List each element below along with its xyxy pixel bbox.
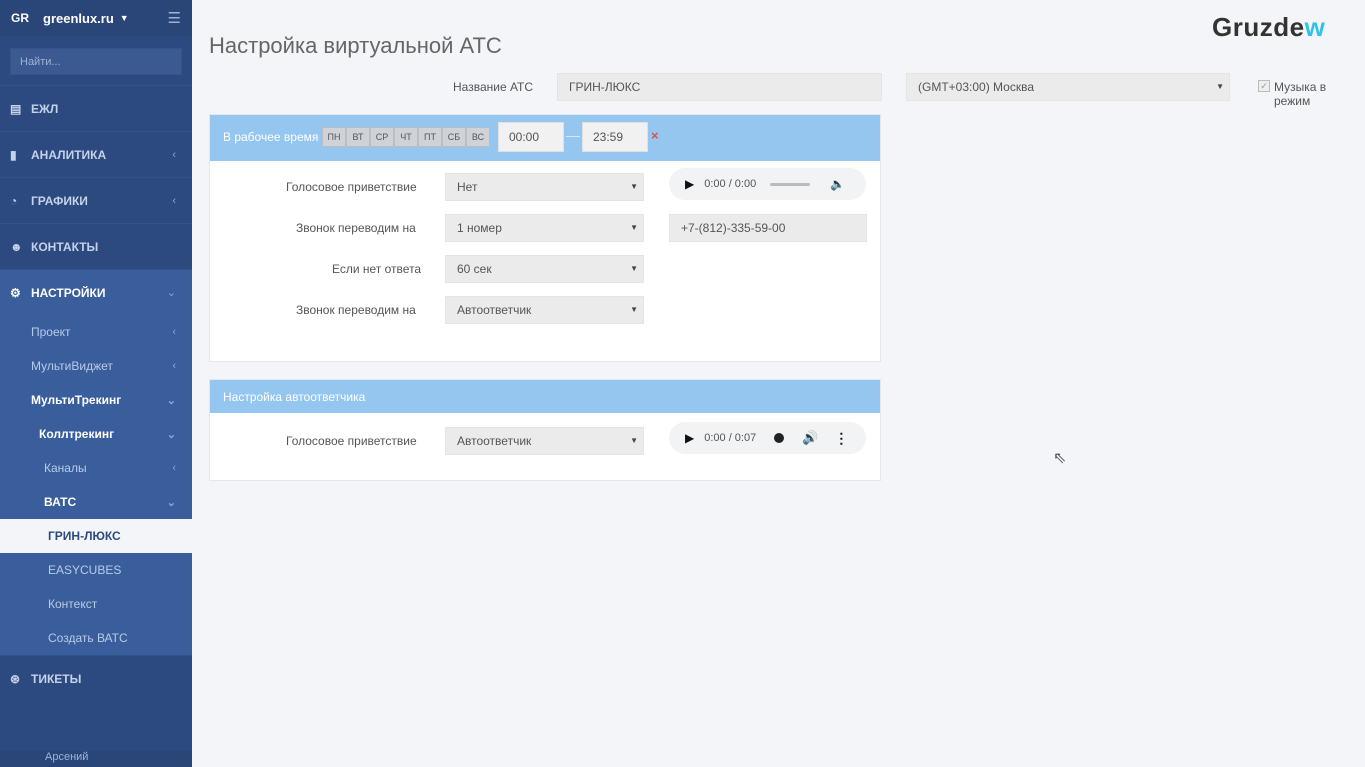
auto-audio-player[interactable]: ▶ 0:00 / 0:07 🔊 ⋮ bbox=[669, 422, 866, 454]
book-icon: ▤ bbox=[10, 101, 22, 116]
sidebar-item-charts[interactable]: ◔ ГРАФИКИ ‹ bbox=[0, 177, 192, 223]
volume-icon[interactable]: 🔊 bbox=[802, 430, 818, 446]
chevron-down-icon: ⌄ bbox=[166, 428, 176, 441]
forward-label: Звонок переводим на bbox=[296, 221, 416, 235]
chevron-left-icon: ‹ bbox=[172, 148, 176, 161]
sidebar-item-project[interactable]: Проект ‹ bbox=[0, 315, 192, 349]
work-time-title: В рабочее время bbox=[223, 130, 319, 144]
volume-icon[interactable]: 🔈 bbox=[830, 177, 845, 191]
auto-greeting-label: Голосовое приветствие bbox=[286, 434, 417, 448]
chevron-down-icon: ⌄ bbox=[166, 394, 176, 407]
autoresponder-title: Настройка автоответчика bbox=[223, 390, 366, 404]
phone-input[interactable]: +7-(812)-335-59-00 bbox=[669, 214, 867, 242]
gear-icon: ⚙ bbox=[10, 285, 21, 300]
sidebar-item-ezhl[interactable]: ▤ ЕЖЛ bbox=[0, 85, 192, 131]
pie-chart-icon: ◔ bbox=[10, 193, 18, 208]
caret-down-icon: ▼ bbox=[1216, 82, 1224, 91]
sidebar-item-contacts[interactable]: ☻ КОНТАКТЫ bbox=[0, 223, 192, 269]
forward2-label: Звонок переводим на bbox=[296, 303, 416, 317]
weekday-selector: ПН ВТ СР ЧТ ПТ СБ ВС bbox=[322, 127, 490, 147]
forward2-select[interactable]: Автоответчик ▼ bbox=[445, 296, 644, 324]
sidebar-item-vats[interactable]: ВАТС ⌄ bbox=[0, 485, 192, 519]
forward-select[interactable]: 1 номер ▼ bbox=[445, 214, 644, 242]
sidebar-item-channels[interactable]: Каналы ‹ bbox=[0, 451, 192, 485]
music-checkbox[interactable]: ✓ bbox=[1258, 80, 1270, 92]
bar-chart-icon: ▮ bbox=[10, 147, 17, 162]
play-icon[interactable]: ▶ bbox=[685, 177, 694, 191]
sidebar: GR greenlux.ru ▼ ☰ Найти... ▤ ЕЖЛ ▮ АНАЛ… bbox=[0, 0, 192, 767]
ats-name-input[interactable]: ГРИН-ЛЮКС bbox=[557, 73, 882, 101]
users-icon: ☻ bbox=[10, 239, 23, 254]
timezone-select[interactable]: (GMT+03:00) Москва ▼ bbox=[906, 73, 1230, 101]
sidebar-menu: ▤ ЕЖЛ ▮ АНАЛИТИКА ‹ ◔ ГРАФИКИ ‹ ☻ КОНТАК… bbox=[0, 85, 192, 701]
close-icon[interactable]: × bbox=[651, 128, 659, 143]
caret-down-icon[interactable]: ▼ bbox=[120, 13, 129, 23]
logo: Gruzdew bbox=[1212, 12, 1326, 42]
sidebar-item-settings[interactable]: ⚙ НАСТРОЙКИ ⌄ bbox=[0, 269, 192, 315]
more-vertical-icon[interactable]: ⋮ bbox=[834, 430, 848, 447]
project-badge: GR bbox=[11, 11, 29, 25]
caret-down-icon: ▼ bbox=[630, 182, 638, 191]
auto-greeting-select[interactable]: Автоответчик ▼ bbox=[445, 427, 644, 455]
chevron-down-icon: ⌄ bbox=[166, 496, 176, 509]
caret-down-icon: ▼ bbox=[630, 305, 638, 314]
chevron-left-icon: ‹ bbox=[172, 462, 176, 474]
sidebar-item-multiwidget[interactable]: МультиВиджет ‹ bbox=[0, 349, 192, 383]
day-thu[interactable]: ЧТ bbox=[394, 127, 418, 147]
chevron-down-icon: ⌄ bbox=[166, 287, 176, 299]
ats-name-label: Название АТС bbox=[453, 80, 534, 94]
greeting-label: Голосовое приветствие bbox=[286, 180, 417, 194]
sidebar-item-context[interactable]: Контекст bbox=[0, 587, 192, 621]
search-input[interactable]: Найти... bbox=[10, 48, 182, 75]
day-sun[interactable]: ВС bbox=[466, 127, 490, 147]
sidebar-item-easycubes[interactable]: EASYCUBES bbox=[0, 553, 192, 587]
time-to-input[interactable]: 23:59 bbox=[582, 122, 648, 152]
mouse-cursor-icon: ⇖ bbox=[1053, 450, 1067, 467]
day-wed[interactable]: СР bbox=[370, 127, 394, 147]
auto-audio-time: 0:00 / 0:07 bbox=[704, 432, 757, 444]
page-title: Настройка виртуальной АТС bbox=[209, 33, 502, 58]
audio-player[interactable]: ▶ 0:00 / 0:00 🔈 bbox=[669, 168, 866, 200]
play-icon[interactable]: ▶ bbox=[685, 431, 694, 445]
music-label: Музыка в режим bbox=[1274, 80, 1327, 108]
greeting-select[interactable]: Нет ▼ bbox=[445, 173, 644, 201]
time-from-input[interactable]: 00:00 bbox=[498, 122, 564, 152]
no-answer-select[interactable]: 60 сек ▼ bbox=[445, 255, 644, 283]
audio-progress[interactable] bbox=[770, 182, 811, 186]
caret-down-icon: ▼ bbox=[630, 436, 638, 445]
sidebar-item-analytics[interactable]: ▮ АНАЛИТИКА ‹ bbox=[0, 131, 192, 177]
sidebar-item-calltracking[interactable]: Коллтрекинг ⌄ bbox=[0, 417, 192, 451]
site-selector[interactable]: greenlux.ru bbox=[43, 11, 114, 26]
sidebar-item-multitracking[interactable]: МультиТрекинг ⌄ bbox=[0, 383, 192, 417]
autoresponder-header: Настройка автоответчика bbox=[210, 380, 880, 413]
day-mon[interactable]: ПН bbox=[322, 127, 346, 147]
time-separator: — bbox=[566, 127, 580, 143]
user-name[interactable]: Арсений bbox=[0, 751, 192, 767]
no-answer-label: Если нет ответа bbox=[332, 262, 422, 276]
settings-submenu: Проект ‹ МультиВиджет ‹ МультиТрекинг ⌄ … bbox=[0, 315, 192, 655]
lifebuoy-icon: ⊛ bbox=[10, 671, 21, 686]
caret-down-icon: ▼ bbox=[630, 264, 638, 273]
audio-time: 0:00 / 0:00 bbox=[704, 178, 757, 190]
menu-icon[interactable]: ☰ bbox=[168, 9, 181, 27]
day-tue[interactable]: ВТ bbox=[346, 127, 370, 147]
sidebar-item-create-vats[interactable]: Создать ВАТС bbox=[0, 621, 192, 655]
chevron-left-icon: ‹ bbox=[172, 326, 176, 338]
sidebar-item-tickets[interactable]: ⊛ ТИКЕТЫ bbox=[0, 655, 192, 701]
sidebar-header: GR greenlux.ru ▼ ☰ bbox=[0, 0, 192, 36]
chevron-left-icon: ‹ bbox=[172, 194, 176, 207]
work-time-header: В рабочее время ПН ВТ СР ЧТ ПТ СБ ВС 00:… bbox=[210, 115, 880, 161]
chevron-left-icon: ‹ bbox=[172, 360, 176, 372]
day-fri[interactable]: ПТ bbox=[418, 127, 442, 147]
day-sat[interactable]: СБ bbox=[442, 127, 466, 147]
caret-down-icon: ▼ bbox=[630, 223, 638, 232]
seek-handle[interactable] bbox=[774, 433, 785, 443]
sidebar-item-green-lux[interactable]: ГРИН-ЛЮКС bbox=[0, 519, 192, 553]
